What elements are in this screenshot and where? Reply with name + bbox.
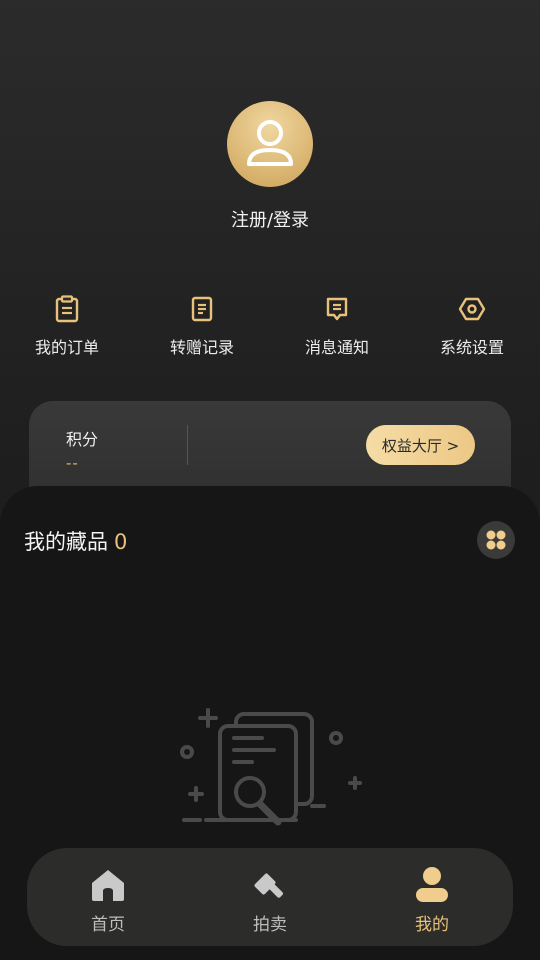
- points-value: --: [66, 454, 79, 472]
- divider: [187, 425, 188, 465]
- avatar[interactable]: [227, 101, 313, 187]
- login-register-link[interactable]: 注册/登录: [0, 206, 540, 232]
- nav-item-label: 拍卖: [253, 915, 287, 935]
- quick-menu: 我的订单 转赠记录 消息通知 系统设置: [0, 294, 540, 364]
- nav-item-label: 首页: [91, 915, 125, 935]
- nav-item-auction[interactable]: 拍卖: [220, 866, 320, 935]
- nav-item-label: 我的: [415, 915, 449, 935]
- bottom-navigation: 首页 拍卖 我的: [27, 848, 513, 946]
- menu-item-label: 我的订单: [34, 338, 99, 357]
- menu-item-label: 消息通知: [304, 338, 369, 357]
- auction-hammer-icon: [254, 873, 283, 898]
- collection-title-text: 我的藏品: [24, 530, 108, 554]
- profile-icon: [416, 867, 448, 902]
- collection-count: 0: [114, 530, 128, 554]
- document-icon: [191, 296, 213, 322]
- nav-item-home[interactable]: 首页: [58, 866, 158, 935]
- menu-item-notifications[interactable]: 消息通知: [282, 294, 392, 358]
- empty-state-illustration: [176, 708, 366, 842]
- menu-item-transfer-records[interactable]: 转赠记录: [147, 294, 257, 358]
- menu-item-label: 系统设置: [439, 338, 504, 357]
- view-toggle-button[interactable]: [477, 521, 515, 559]
- grid-icon: [486, 530, 506, 550]
- benefits-hall-button[interactable]: 权益大厅 >: [366, 425, 475, 465]
- settings-icon: [458, 297, 486, 321]
- message-icon: [326, 297, 348, 321]
- menu-item-orders[interactable]: 我的订单: [12, 294, 122, 358]
- collection-title: 我的藏品 0: [24, 526, 127, 556]
- clipboard-icon: [55, 295, 79, 323]
- menu-item-label: 转赠记录: [169, 338, 234, 357]
- menu-item-settings[interactable]: 系统设置: [417, 294, 527, 358]
- points-title: 积分: [66, 430, 99, 449]
- home-icon: [92, 870, 124, 901]
- user-icon: [247, 120, 293, 166]
- nav-item-mine[interactable]: 我的: [382, 866, 482, 935]
- empty-search-document-icon: [180, 708, 362, 826]
